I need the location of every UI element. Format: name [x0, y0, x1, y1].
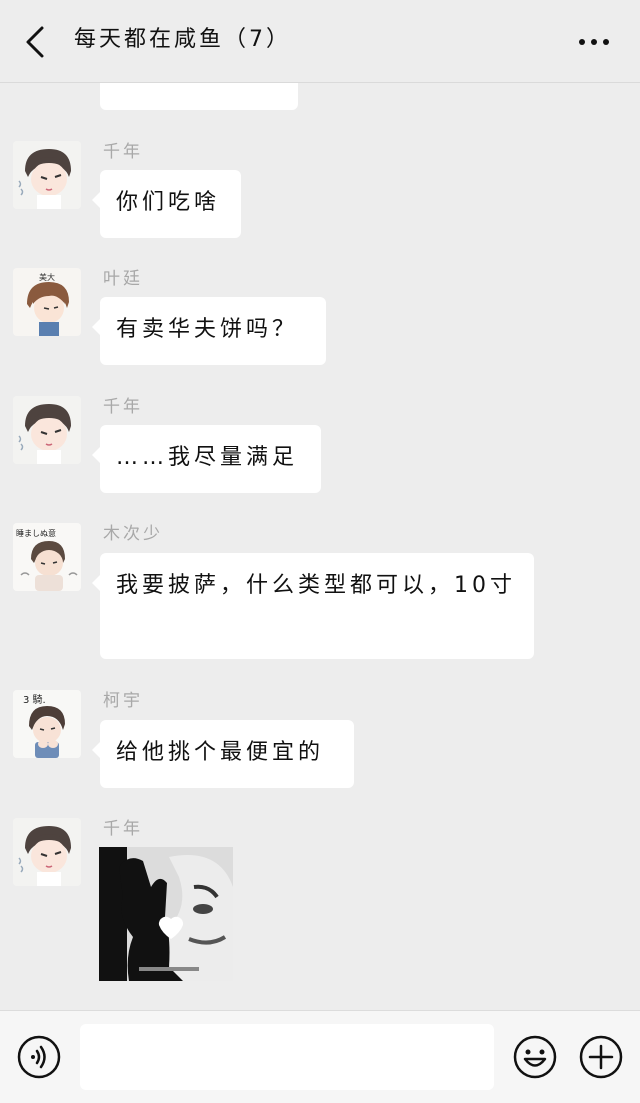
plus-icon	[579, 1035, 623, 1079]
chevron-left-icon	[26, 26, 44, 58]
message-bubble[interactable]: 有卖华夫饼吗？	[92, 297, 326, 365]
sender-name: 千年	[103, 142, 143, 162]
chat-header: 每天都在咸鱼（7）	[0, 0, 640, 83]
message-bubble[interactable]: 给他挑个最便宜的	[92, 720, 354, 788]
avatar[interactable]	[13, 818, 81, 886]
plus-button[interactable]	[578, 1034, 624, 1080]
voice-icon	[17, 1035, 61, 1079]
more-button[interactable]	[578, 28, 610, 56]
sender-name: 木次少	[103, 524, 163, 544]
sender-name: 千年	[103, 819, 143, 839]
back-button[interactable]	[20, 24, 52, 60]
hand-heart-meme-sticker-icon	[99, 847, 233, 981]
boy-dark-hair-avatar-icon	[13, 818, 81, 886]
avatar[interactable]: 美大	[13, 268, 81, 336]
boy-hands-avatar-icon: 3 騎.	[13, 690, 81, 758]
avatar[interactable]: 睡ましぬ意	[13, 523, 81, 591]
avatar[interactable]: 3 騎.	[13, 690, 81, 758]
avatar-caption: 美大	[39, 272, 55, 282]
chat-title: 每天都在咸鱼（7）	[74, 27, 291, 52]
boy-dark-hair-avatar-icon	[13, 396, 81, 464]
sender-name: 柯宇	[103, 691, 143, 711]
boy-sketch-avatar-icon: 睡ましぬ意	[13, 523, 81, 591]
sticker-image[interactable]	[99, 847, 233, 981]
message-bubble[interactable]: 我要披萨，什么类型都可以，10寸	[92, 553, 534, 659]
avatar[interactable]	[13, 141, 81, 209]
message-bubble[interactable]: ……我尽量满足	[92, 425, 321, 493]
sender-name: 叶廷	[103, 269, 143, 289]
avatar[interactable]	[13, 396, 81, 464]
voice-button[interactable]	[16, 1034, 62, 1080]
emoji-icon	[513, 1035, 557, 1079]
input-bar	[0, 1010, 640, 1103]
message-bubble[interactable]: 你们吃啥	[92, 170, 241, 238]
avatar-caption: 睡ましぬ意	[16, 528, 56, 538]
more-dots-icon	[579, 39, 609, 45]
avatar-caption: 3 騎.	[23, 693, 46, 706]
message-input[interactable]	[80, 1024, 494, 1090]
chat-area[interactable]: 千年 你们吃啥 美大 叶廷 有卖华夫饼吗？ 千年 ……我尽量满足 睡ましぬ意 木…	[0, 0, 640, 1010]
sender-name: 千年	[103, 397, 143, 417]
emoji-button[interactable]	[512, 1034, 558, 1080]
boy-dark-hair-avatar-icon	[13, 141, 81, 209]
boy-light-hair-avatar-icon: 美大	[13, 268, 81, 336]
